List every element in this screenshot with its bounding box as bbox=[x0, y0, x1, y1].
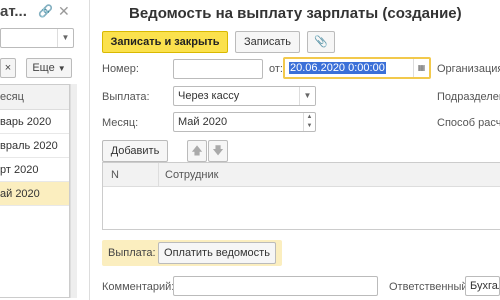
chevron-down-icon[interactable]: ▼ bbox=[299, 87, 315, 105]
date-value: 20.06.2020 0:00:00 bbox=[289, 62, 386, 74]
attach-button[interactable]: 📎 bbox=[307, 31, 335, 53]
number-label: Номер: bbox=[102, 63, 139, 75]
add-button[interactable]: Добавить bbox=[102, 140, 168, 162]
list-item-selected[interactable]: ай 2020 bbox=[0, 182, 69, 206]
arrow-down-icon: 🡇 bbox=[212, 145, 224, 157]
organization-label: Организация: bbox=[437, 63, 500, 75]
pay-statement-button[interactable]: Оплатить ведомость bbox=[158, 242, 276, 264]
save-and-close-button[interactable]: Записать и закрыть bbox=[102, 31, 228, 53]
pay-label: Выплата: bbox=[108, 247, 156, 259]
column-employee[interactable]: Сотрудник bbox=[165, 163, 218, 187]
chevron-down-icon: ▼ bbox=[57, 64, 66, 73]
month-stepper[interactable]: ▲ ▼ bbox=[303, 113, 315, 131]
month-list[interactable]: есяц варь 2020 враль 2020 рт 2020 ай 202… bbox=[0, 84, 70, 298]
date-field[interactable]: 20.06.2020 0:00:00 ▦ bbox=[285, 59, 429, 77]
move-up-button[interactable]: 🡅 bbox=[187, 140, 207, 162]
more-label: Еще bbox=[32, 62, 55, 74]
list-item[interactable]: варь 2020 bbox=[0, 110, 69, 134]
employees-table[interactable]: N Сотрудник bbox=[102, 162, 500, 230]
responsible-field[interactable]: Бухгал bbox=[465, 276, 500, 296]
close-icon[interactable]: ✕ bbox=[58, 3, 70, 20]
chevron-down-icon[interactable]: ▼ bbox=[57, 29, 73, 47]
calendar-icon[interactable]: ▦ bbox=[413, 59, 429, 77]
date-field-focus[interactable]: 20.06.2020 0:00:00 ▦ bbox=[283, 57, 431, 79]
month-field[interactable]: Май 2020 ▲ ▼ bbox=[173, 112, 316, 132]
month-value: Май 2020 bbox=[178, 116, 228, 128]
list-column-header: есяц bbox=[0, 85, 69, 110]
list-search-input[interactable]: ▼ bbox=[0, 28, 74, 48]
column-n[interactable]: N bbox=[111, 163, 119, 187]
page-title: Ведомость на выплату зарплаты (создание) bbox=[129, 5, 462, 22]
subdivision-label: Подразделен bbox=[437, 91, 500, 103]
clear-filter-button[interactable]: × bbox=[0, 58, 16, 78]
table-header: N Сотрудник bbox=[103, 163, 500, 187]
list-item[interactable]: рт 2020 bbox=[0, 158, 69, 182]
month-label: Месяц: bbox=[102, 117, 139, 129]
panel-divider bbox=[89, 0, 90, 300]
column-divider bbox=[158, 163, 159, 187]
list-item[interactable]: враль 2020 bbox=[0, 134, 69, 158]
comment-field[interactable] bbox=[173, 276, 378, 296]
save-button[interactable]: Записать bbox=[235, 31, 300, 53]
date-from-label: от: bbox=[269, 63, 283, 75]
comment-label: Комментарий: bbox=[102, 281, 175, 293]
payout-select[interactable]: Через кассу ▼ bbox=[173, 86, 316, 106]
responsible-label: Ответственный: bbox=[389, 281, 471, 293]
move-down-button[interactable]: 🡇 bbox=[208, 140, 228, 162]
list-title: ат... bbox=[0, 3, 27, 20]
number-field[interactable] bbox=[173, 59, 263, 79]
more-button[interactable]: Еще ▼ bbox=[26, 58, 72, 78]
payment-method-label: Способ расче bbox=[437, 117, 500, 129]
list-panel: ат... 🔗 ✕ ▼ × Еще ▼ есяц варь 2020 враль… bbox=[0, 0, 77, 300]
payment-panel: Выплата: Оплатить ведомость bbox=[102, 240, 282, 266]
link-icon[interactable]: 🔗 bbox=[38, 4, 53, 18]
payout-label: Выплата: bbox=[102, 91, 150, 103]
payout-value: Через кассу bbox=[178, 90, 240, 102]
list-scrollbar[interactable] bbox=[70, 84, 77, 298]
arrow-up-icon: 🡅 bbox=[191, 145, 203, 157]
paperclip-icon: 📎 bbox=[314, 36, 328, 48]
